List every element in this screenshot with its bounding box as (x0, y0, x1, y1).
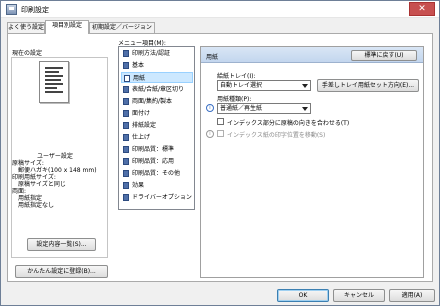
input-tray-label: 給紙トレイ(I): (217, 73, 256, 80)
output-icon (123, 122, 129, 129)
info-icon[interactable]: i (206, 104, 214, 112)
register-preset-button[interactable]: かんたん設定に登録(B)... (15, 265, 108, 278)
tab-defaults-version[interactable]: 初期設定／バージョン (89, 22, 155, 33)
paper-icon (124, 75, 130, 82)
paper-type-select[interactable]: 普通紙／再生紙 (217, 103, 311, 114)
imposition-icon (123, 110, 129, 117)
duplex-icon (123, 98, 129, 105)
print-settings-window: 印刷設定 ✕ よく使う設定 項目別設定 初期設定／バージョン 現在の設定 ユーザ… (0, 0, 440, 306)
detail-line: 印刷用紙サイズ: (12, 174, 56, 181)
menu-item-quality-other[interactable]: 印刷品質：その他 (121, 168, 193, 179)
quality-advanced-icon (123, 158, 129, 165)
cancel-button[interactable]: キャンセル (333, 289, 385, 302)
quality-other-icon (123, 170, 129, 177)
match-orientation-label: インデックス部分に原稿の向きを合わせる(T) (227, 120, 350, 127)
chevron-down-icon (302, 84, 308, 88)
finishing-icon (123, 134, 129, 141)
preset-name: ユーザー設定 (37, 153, 73, 160)
close-button[interactable]: ✕ (409, 2, 435, 16)
index-offset-label: インデックス紙の印字位置を移動(S) (227, 132, 326, 139)
detail-line: 原稿サイズと同じ (12, 181, 66, 188)
index-offset-checkbox[interactable] (217, 130, 224, 137)
pane-title: 用紙 (206, 54, 219, 61)
print-method-icon (123, 50, 129, 57)
title-bar: 印刷設定 ✕ (1, 1, 439, 18)
menu-item-imposition[interactable]: 面付け (121, 108, 193, 119)
page-preview-icon (39, 61, 69, 103)
effects-icon (123, 182, 129, 189)
driver-option-icon (123, 194, 129, 201)
basic-icon (123, 62, 129, 69)
cover-icon (123, 86, 129, 93)
quality-standard-icon (123, 146, 129, 153)
menu-item-paper[interactable]: 用紙 (121, 72, 193, 83)
detail-line: 用紙指定なし (12, 202, 55, 209)
menu-item-cover[interactable]: 表紙/合紙/章区切り (121, 84, 193, 95)
menu-item-duplex[interactable]: 両面/集約/製本 (121, 96, 193, 107)
ok-button[interactable]: OK (277, 289, 329, 302)
menu-item-print-method[interactable]: 印刷方法/認証 (121, 48, 193, 59)
current-settings-label: 現在の設定 (12, 50, 43, 57)
detail-line: 郵便ハガキ(100 x 148 mm) (12, 167, 97, 174)
match-orientation-checkbox[interactable] (217, 118, 224, 125)
detail-line: 原稿サイズ: (12, 160, 44, 167)
menu-item-driver-option[interactable]: ドライバーオプション (121, 192, 193, 203)
settings-list-button[interactable]: 設定内容一覧(S)... (27, 238, 96, 251)
window-title: 印刷設定 (21, 6, 49, 14)
tab-frequent-settings[interactable]: よく使う設定 (7, 22, 45, 33)
reset-default-button[interactable]: 標準に戻す(U) (351, 50, 417, 61)
menu-item-effects[interactable]: 効果 (121, 180, 193, 191)
bypass-tray-direction-button[interactable]: 手差しトレイ用紙セット方向(E)... (317, 79, 419, 92)
detail-line: 用紙指定 (12, 195, 43, 202)
detail-line: 両面: (12, 188, 27, 195)
paper-type-label: 用紙種類(P): (217, 96, 252, 103)
menu-items-list[interactable]: 印刷方法/認証 基本 用紙 表紙/合紙/章区切り 両面/集約/製本 面付け 排紙… (118, 46, 195, 210)
menu-item-quality-advanced[interactable]: 印刷品質：応用 (121, 156, 193, 167)
input-tray-select[interactable]: 自動トレイ選択 (217, 80, 311, 91)
tab-detailed-settings[interactable]: 項目別設定 (45, 20, 89, 34)
chevron-down-icon (302, 107, 308, 111)
apply-button[interactable]: 適用(A) (389, 289, 435, 302)
paper-settings-pane: 用紙 標準に戻す(U) 給紙トレイ(I): 自動トレイ選択 手差しトレイ用紙セッ… (200, 46, 424, 278)
menu-item-output[interactable]: 排紙設定 (121, 120, 193, 131)
printer-icon (6, 4, 17, 15)
menu-item-finishing[interactable]: 仕上げ (121, 132, 193, 143)
menu-item-basic[interactable]: 基本 (121, 60, 193, 71)
menu-item-quality-standard[interactable]: 印刷品質：標準 (121, 144, 193, 155)
info-icon: i (206, 130, 214, 138)
